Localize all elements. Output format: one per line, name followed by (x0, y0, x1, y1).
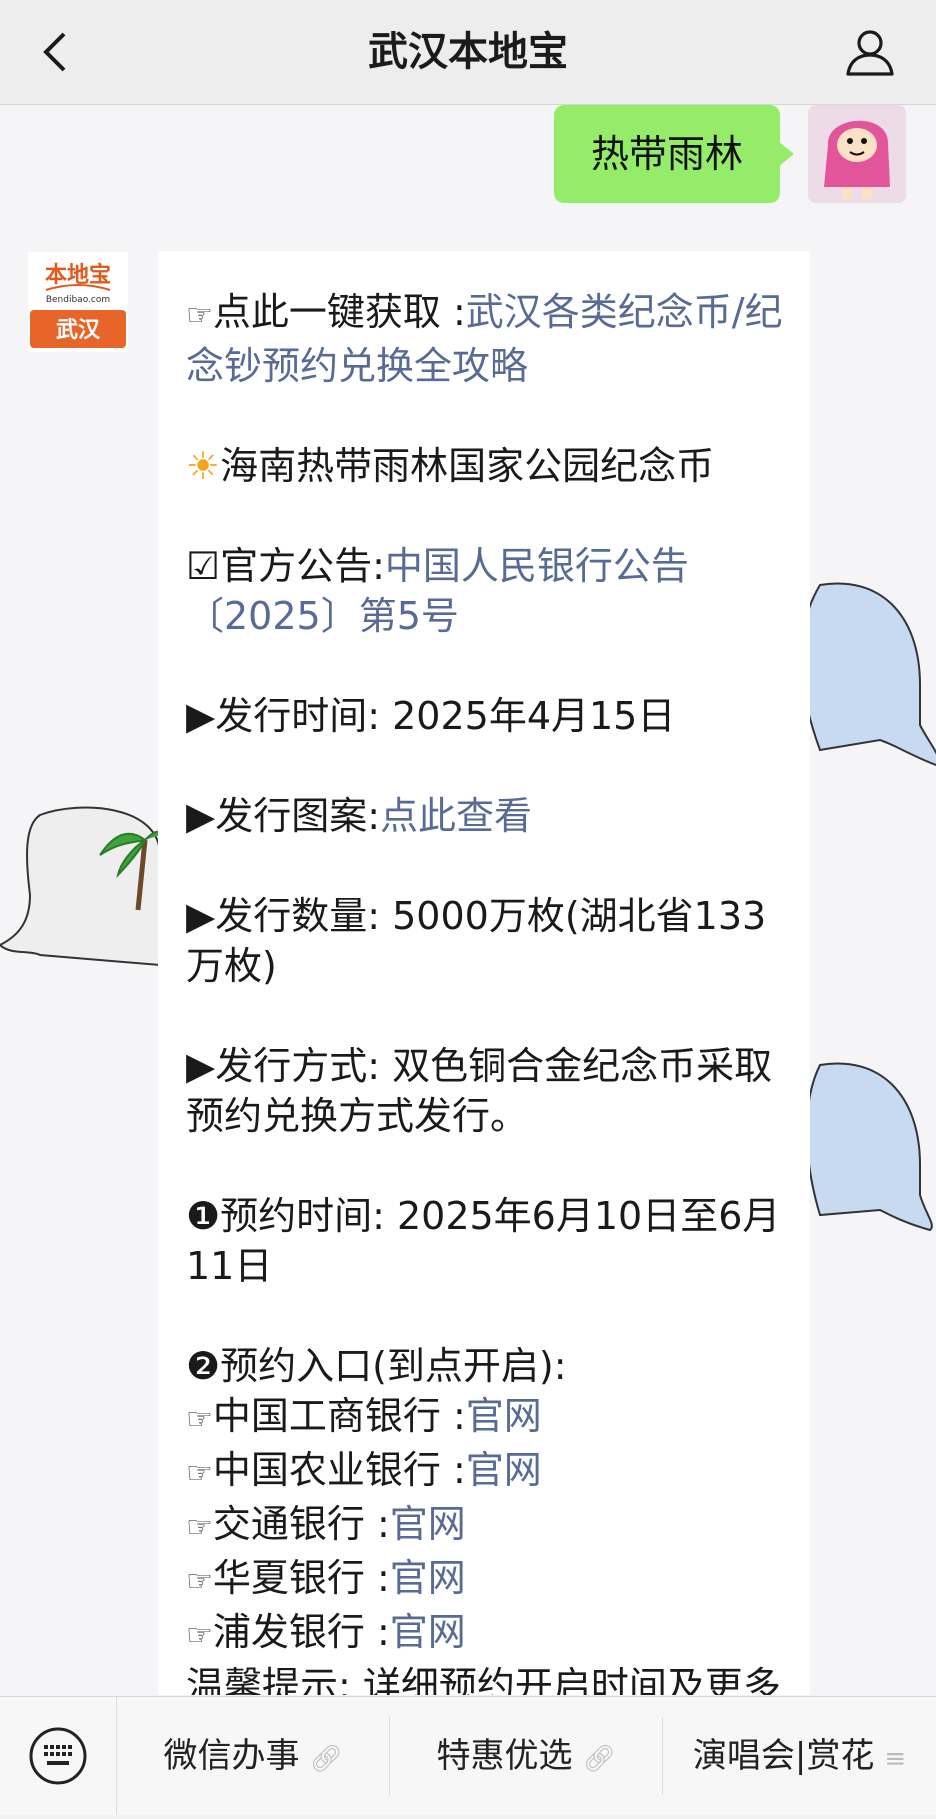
crayon-shinchan-avatar-icon (808, 105, 906, 203)
bank-item: ☞中国农业银行 :官网 (186, 1448, 542, 1492)
triangle-bullet-icon: ▶ (186, 1044, 216, 1088)
triangle-bullet-icon: ▶ (186, 794, 216, 838)
bank-link[interactable]: 官网 (466, 1394, 542, 1438)
menu-icon: ≡ (884, 1744, 907, 1774)
bank-item: ☞浦发银行 :官网 (186, 1610, 466, 1654)
bank-link[interactable]: 官网 (390, 1556, 466, 1600)
design-link[interactable]: 点此查看 (380, 794, 532, 838)
ghost-sticker-right-bottom (805, 1062, 933, 1232)
bendibao-logo-icon: 本地宝 Bendibao.com 武汉 (28, 252, 128, 352)
bank-link[interactable]: 官网 (390, 1502, 466, 1546)
sun-icon: ☀ (186, 444, 221, 488)
method-line: ▶发行方式: 双色铜合金纪念币采取预约兑换方式发行。 (186, 1044, 773, 1138)
bank-link[interactable]: 官网 (390, 1610, 466, 1654)
page-title: 武汉本地宝 (368, 29, 568, 75)
number-two-icon: ❷ (186, 1344, 221, 1388)
user-message-bubble[interactable]: 热带雨林 (554, 105, 794, 203)
quantity-line: ▶发行数量: 5000万枚(湖北省133万枚) (186, 894, 767, 988)
pointing-hand-icon: ☞ (186, 1402, 213, 1437)
bottom-menu-bar: 微信办事 🔗︎ 特惠优选 🔗︎ 演唱会|赏花 ≡ (0, 1696, 936, 1815)
keyboard-toggle-button[interactable] (0, 1697, 117, 1815)
keyboard-icon (29, 1727, 87, 1785)
checkbox-icon: ☑ (186, 544, 221, 588)
issue-date-line: ▶发行时间: 2025年4月15日 (186, 694, 676, 738)
bank-item: ☞中国工商银行 :官网 (186, 1394, 542, 1438)
bendibao-logo-avatar[interactable]: 本地宝 Bendibao.com 武汉 (28, 252, 128, 352)
user-avatar[interactable] (808, 105, 906, 203)
bot-message-bubble: ☞点此一键获取 :武汉各类纪念币/纪念钞预约兑换全攻略 ☀海南热带雨林国家公园纪… (158, 251, 810, 1695)
link-icon: 🔗︎ (582, 1744, 616, 1774)
bank-item: ☞交通银行 :官网 (186, 1502, 466, 1546)
chat-area[interactable]: 热带雨林 本地宝 Bendibao.com 武汉 ☞点此一键获取 :武汉各类纪念… (0, 105, 936, 1695)
number-one-icon: ❶ (186, 1194, 221, 1238)
pointing-hand-icon: ☞ (186, 1456, 213, 1491)
tip-line: 温馨提示: 详细预约开启时间及更多预约入口持续关注更新中 (186, 1664, 781, 1695)
svg-text:武汉: 武汉 (56, 318, 101, 343)
link-icon: 🔗︎ (309, 1744, 343, 1774)
pointing-hand-icon: ☞ (186, 1564, 213, 1599)
announcement-line: ☑官方公告:中国人民银行公告〔2025〕第5号 (186, 544, 689, 638)
reservation-time-line: ❶预约时间: 2025年6月10日至6月11日 (186, 1194, 781, 1288)
svg-text:Bendibao.com: Bendibao.com (46, 295, 110, 305)
profile-icon[interactable] (842, 24, 898, 80)
menu-item-concert-flowers[interactable]: 演唱会|赏花 ≡ (663, 1697, 936, 1815)
bank-item: ☞华夏银行 :官网 (186, 1556, 466, 1600)
pointing-hand-icon: ☞ (186, 1510, 213, 1545)
top-bar: 武汉本地宝 (0, 0, 936, 105)
ghost-sticker-left (0, 806, 160, 967)
reservation-entry-line: ❷预约入口(到点开启): (186, 1344, 567, 1388)
menu-item-wechat-service[interactable]: 微信办事 🔗︎ (117, 1697, 389, 1815)
triangle-bullet-icon: ▶ (186, 894, 216, 938)
pointing-hand-icon: ☞ (186, 298, 213, 333)
bank-link[interactable]: 官网 (466, 1448, 542, 1492)
pointing-hand-icon: ☞ (186, 1618, 213, 1653)
guide-line: ☞点此一键获取 :武汉各类纪念币/纪念钞预约兑换全攻略 (186, 290, 783, 388)
menu-item-special-offers[interactable]: 特惠优选 🔗︎ (390, 1697, 662, 1815)
design-line: ▶发行图案:点此查看 (186, 794, 533, 838)
coin-title-line: ☀海南热带雨林国家公园纪念币 (186, 444, 715, 488)
triangle-bullet-icon: ▶ (186, 694, 216, 738)
